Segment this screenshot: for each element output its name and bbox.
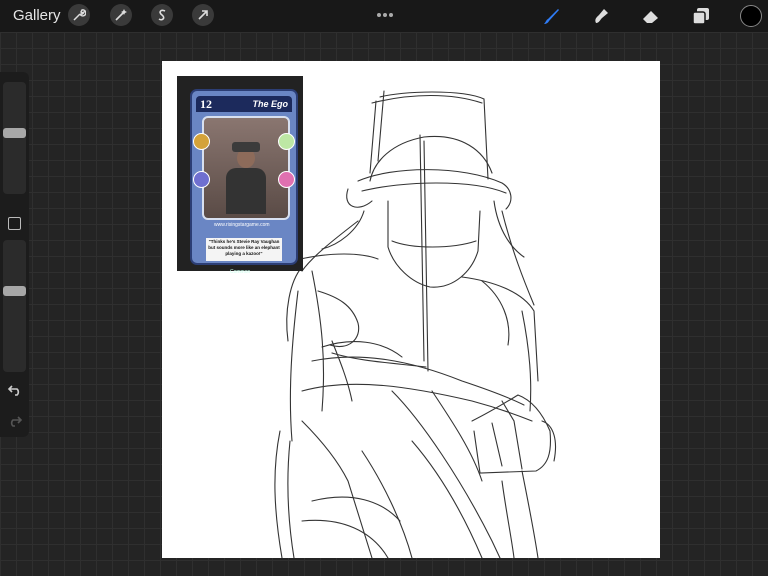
undo-icon[interactable]: [7, 382, 23, 398]
smudge-icon[interactable]: [590, 5, 612, 27]
card-badge-icon: [193, 171, 210, 188]
brush-size-slider-thumb[interactable]: [3, 127, 26, 138]
reference-image[interactable]: 12 The Ego www.risingstargame.com "Think…: [177, 76, 303, 275]
card-number: 12: [200, 97, 212, 111]
card-badge-icon: [278, 171, 295, 188]
layers-icon[interactable]: [690, 5, 712, 27]
gallery-button[interactable]: Gallery: [13, 7, 61, 24]
card-title: The Ego: [252, 99, 289, 109]
selection-s-icon[interactable]: [151, 4, 173, 26]
opacity-slider-thumb[interactable]: [3, 286, 26, 297]
card-header: 12 The Ego: [196, 96, 292, 112]
brush-icon[interactable]: [540, 5, 562, 27]
modify-button[interactable]: [8, 217, 21, 230]
magic-wand-icon[interactable]: [110, 4, 132, 26]
brush-size-slider[interactable]: [3, 82, 26, 194]
transform-arrow-icon[interactable]: [192, 4, 214, 26]
wrench-icon[interactable]: [68, 4, 90, 26]
card-website: www.risingstargame.com: [214, 222, 270, 228]
more-options-icon[interactable]: [377, 4, 395, 22]
card-photo: [202, 116, 290, 220]
card-badge-icon: [278, 133, 295, 150]
top-toolbar: Gallery: [0, 0, 768, 32]
card-quote: "Thinks he's Stevie Ray Vaughan but soun…: [206, 238, 282, 261]
left-sidebar: [0, 72, 29, 437]
opacity-slider[interactable]: [3, 240, 26, 372]
trading-card: 12 The Ego www.risingstargame.com "Think…: [190, 89, 298, 275]
redo-icon: [10, 416, 23, 427]
card-badge-icon: [193, 133, 210, 150]
color-picker-button[interactable]: [740, 5, 762, 27]
card-rarity: Common: [230, 269, 251, 275]
eraser-icon[interactable]: [640, 5, 662, 27]
